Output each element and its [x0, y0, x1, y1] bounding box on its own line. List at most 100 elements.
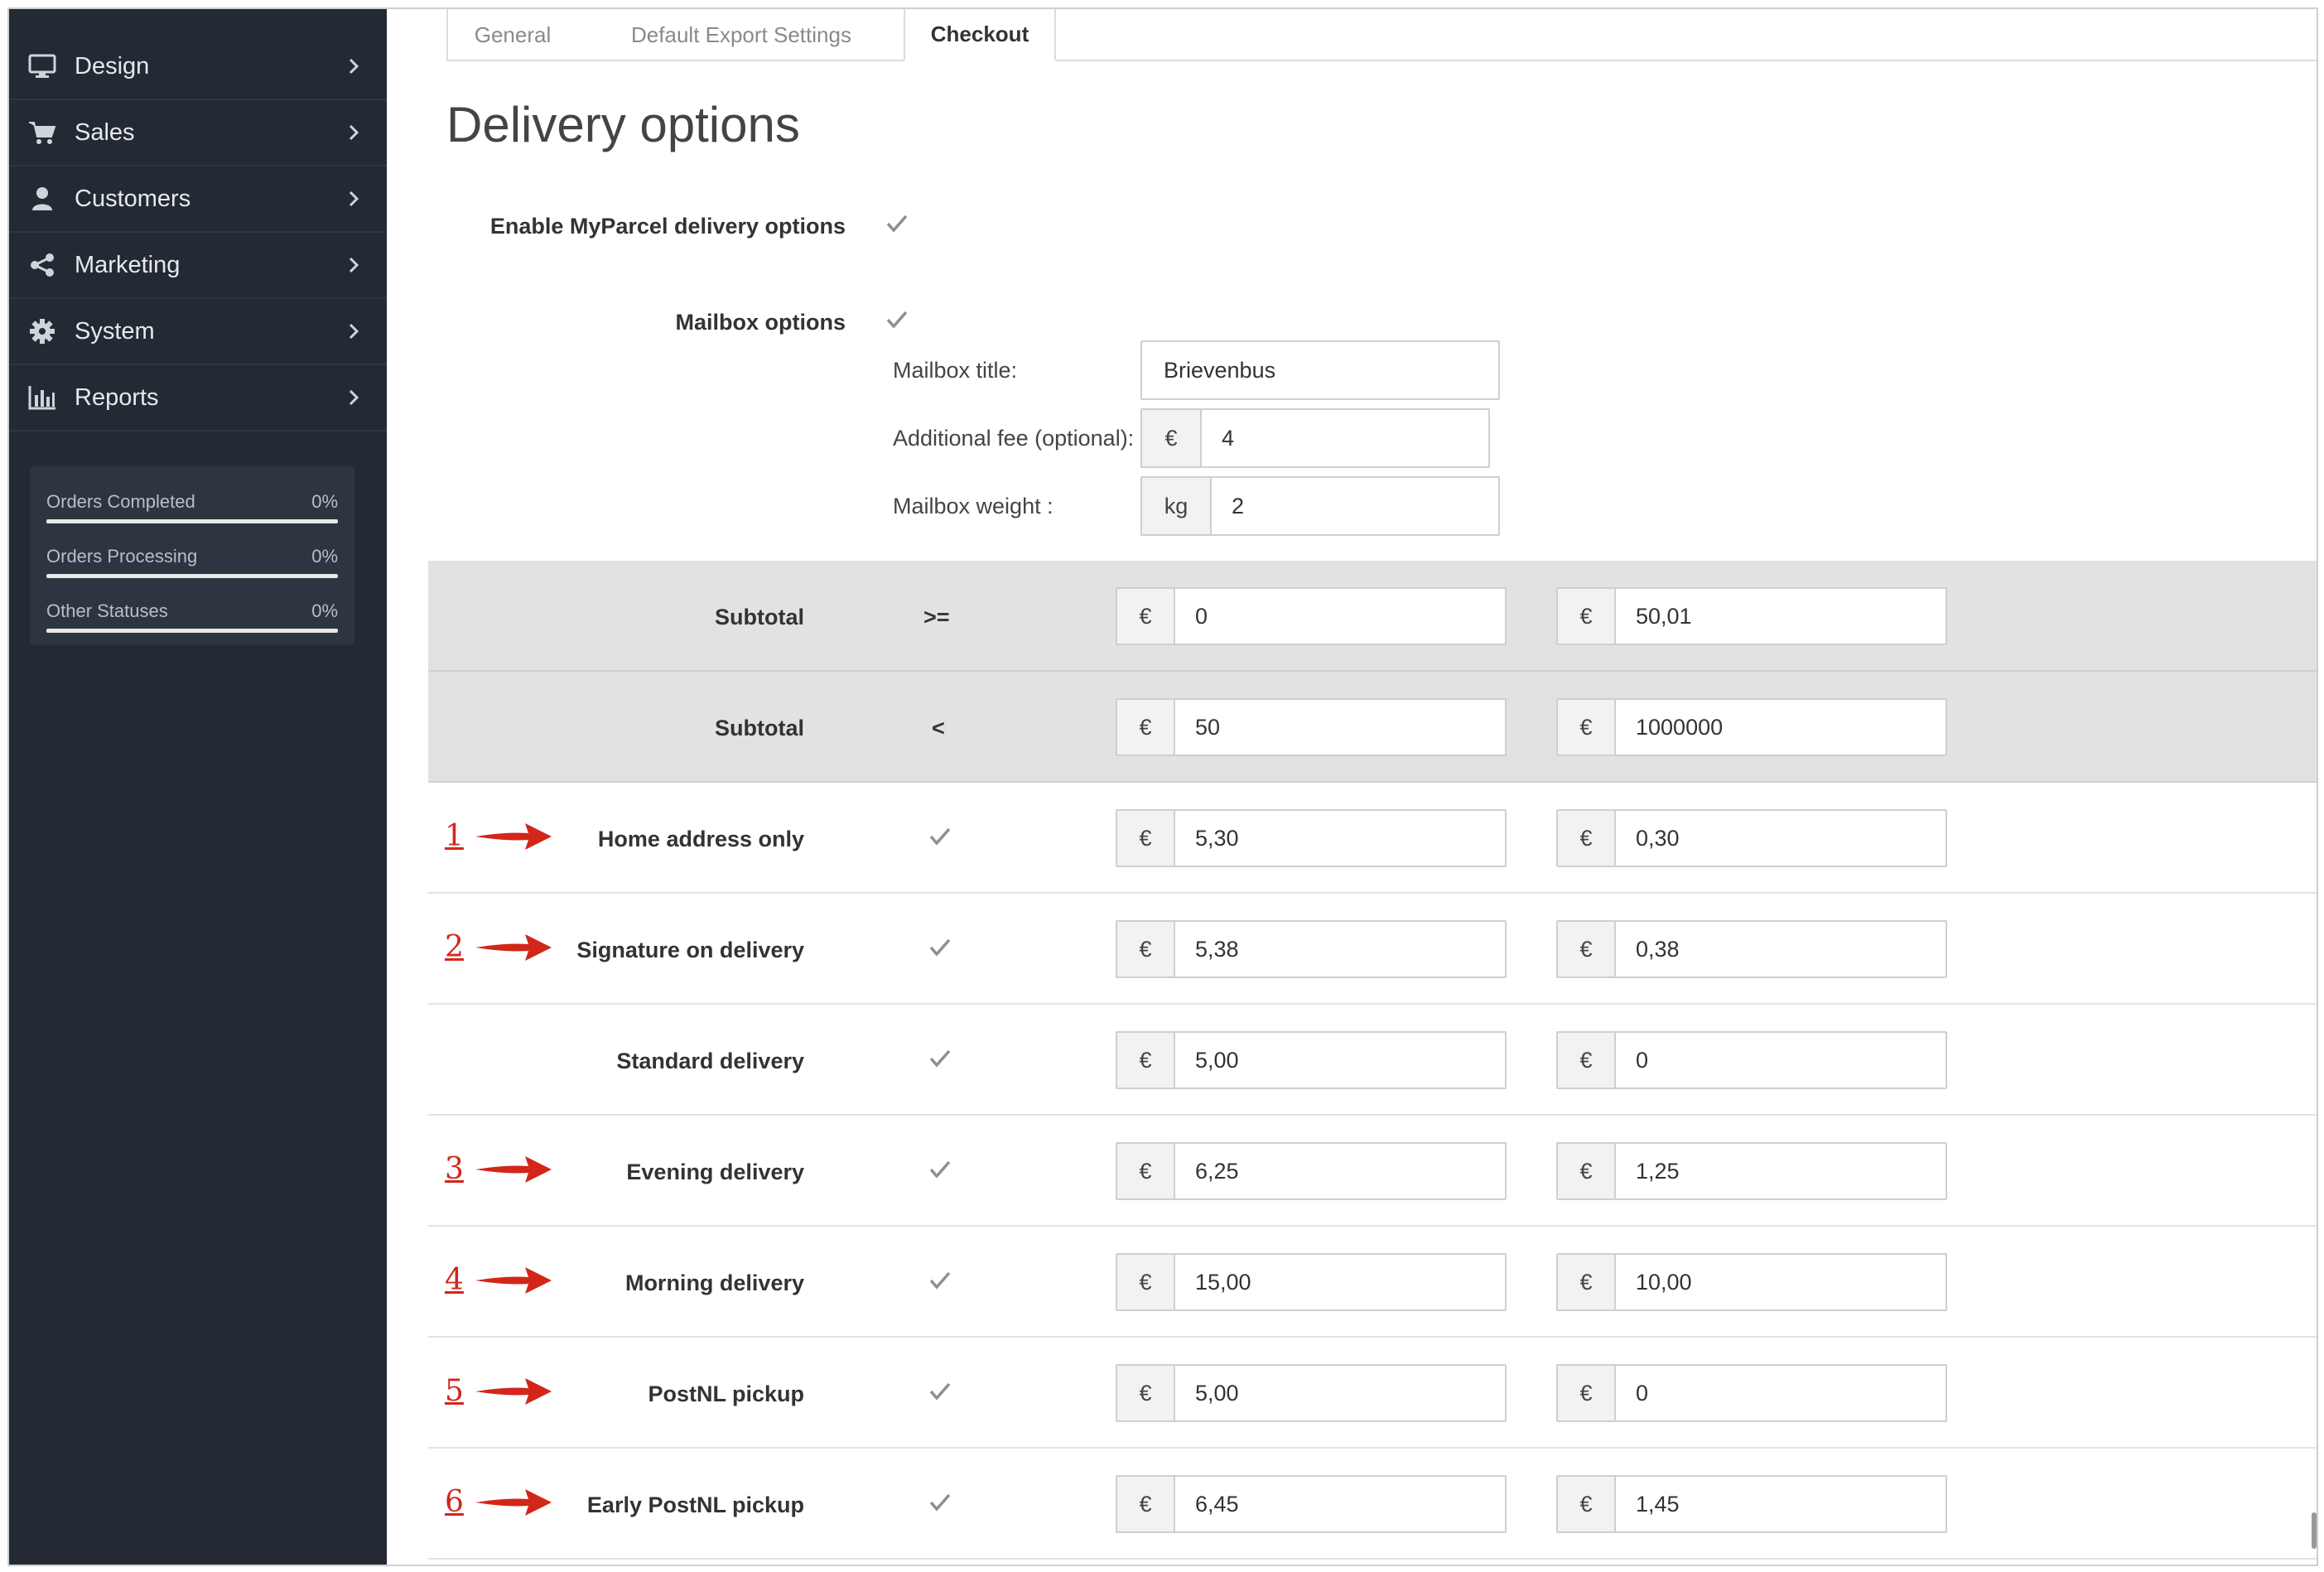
sidebar-item-design[interactable]: Design	[9, 34, 387, 100]
sidebar-item-marketing[interactable]: Marketing	[9, 233, 387, 299]
annotation-marker: 6	[445, 1485, 553, 1519]
price-input[interactable]: 1000000	[1616, 700, 1946, 755]
stat-label: Orders Completed	[46, 491, 195, 512]
mailbox-weight-field[interactable]: kg 2	[1140, 476, 1500, 536]
option-price-col1[interactable]: €5,00	[1116, 1031, 1507, 1089]
option-enabled-checkbox[interactable]	[928, 935, 952, 960]
euro-addon: €	[1117, 1366, 1175, 1420]
scrollbar[interactable]	[2312, 1512, 2317, 1549]
arrow-right-icon	[474, 1153, 553, 1186]
arrow-right-icon	[474, 1486, 553, 1519]
price-input[interactable]: 0	[1616, 1366, 1946, 1420]
mailbox-title-input[interactable]: Brievenbus	[1140, 340, 1500, 400]
option-price-col2[interactable]: €0,30	[1556, 809, 1947, 867]
sidebar-item-system[interactable]: System	[9, 299, 387, 365]
tab-general[interactable]: General	[446, 9, 579, 61]
euro-addon: €	[1558, 1255, 1616, 1309]
euro-addon: €	[1117, 1477, 1175, 1531]
price-input[interactable]: 0,38	[1616, 922, 1946, 976]
option-enabled-checkbox[interactable]	[928, 1046, 952, 1071]
arrow-right-icon	[474, 1264, 553, 1297]
option-price-col2[interactable]: €0	[1556, 1031, 1947, 1089]
mailbox-options-checkbox[interactable]	[885, 307, 909, 332]
price-input[interactable]: 1,25	[1616, 1144, 1946, 1198]
tab-bar: General Default Export Settings Checkout	[446, 9, 2317, 61]
option-price-col2[interactable]: €10,00	[1556, 1253, 1947, 1311]
price-input[interactable]: 50,01	[1616, 589, 1946, 644]
app-window: Design Sales Customers Marketing System …	[7, 7, 2318, 1566]
subtotal-min-col2[interactable]: € 50,01	[1556, 587, 1947, 645]
option-price-col2[interactable]: €0	[1556, 1364, 1947, 1422]
option-price-col1[interactable]: €5,00	[1116, 1364, 1507, 1422]
subtotal-operator: >=	[923, 605, 950, 629]
price-input[interactable]: 5,30	[1175, 811, 1505, 866]
sidebar: Design Sales Customers Marketing System …	[9, 9, 387, 1565]
option-price-col2[interactable]: €0,38	[1556, 920, 1947, 978]
subtotal-max-col1[interactable]: € 50	[1116, 698, 1507, 756]
arrow-right-icon	[474, 931, 553, 964]
marker-number: 2	[445, 930, 464, 964]
mailbox-weight-input[interactable]: 2	[1212, 478, 1498, 534]
euro-addon: €	[1558, 811, 1616, 866]
sidebar-item-reports[interactable]: Reports	[9, 365, 387, 432]
sidebar-item-customers[interactable]: Customers	[9, 166, 387, 233]
subtotal-max-col2[interactable]: € 1000000	[1556, 698, 1947, 756]
mailbox-options-label: Mailbox options	[675, 310, 846, 335]
subtotal-min-col1[interactable]: € 0	[1116, 587, 1507, 645]
sidebar-item-label: Reports	[75, 383, 159, 411]
price-input[interactable]: 50	[1175, 700, 1505, 755]
option-enabled-checkbox[interactable]	[928, 1379, 952, 1404]
price-input[interactable]: 6,45	[1175, 1477, 1505, 1531]
annotation-marker: 5	[445, 1374, 553, 1408]
euro-addon: €	[1558, 922, 1616, 976]
price-input[interactable]: 1,45	[1616, 1477, 1946, 1531]
option-price-col1[interactable]: €6,45	[1116, 1475, 1507, 1533]
price-input[interactable]: 5,38	[1175, 922, 1505, 976]
tab-checkout[interactable]: Checkout	[904, 9, 1056, 61]
option-price-col1[interactable]: €15,00	[1116, 1253, 1507, 1311]
progress-bar	[46, 574, 338, 578]
enable-delivery-options-checkbox[interactable]	[885, 211, 909, 236]
arrow-right-icon	[474, 1375, 553, 1408]
stat-value: 0%	[311, 491, 338, 512]
subtotal-operator: <	[932, 716, 945, 740]
additional-fee-input[interactable]: 4	[1202, 410, 1488, 466]
progress-bar	[46, 519, 338, 523]
enable-delivery-options-label: Enable MyParcel delivery options	[489, 214, 846, 239]
delivery-option-row: 6 Early PostNL pickup €6,45 €1,45	[428, 1449, 2317, 1560]
option-enabled-checkbox[interactable]	[928, 1490, 952, 1515]
delivery-option-row: 3 Evening delivery €6,25 €1,25	[428, 1116, 2317, 1227]
price-input[interactable]: 5,00	[1175, 1366, 1505, 1420]
option-label: Home address only	[597, 827, 804, 851]
euro-addon: €	[1558, 589, 1616, 644]
sidebar-item-label: System	[75, 317, 155, 345]
price-input[interactable]: 0	[1616, 1033, 1946, 1087]
euro-addon: €	[1117, 1144, 1175, 1198]
sidebar-item-sales[interactable]: Sales	[9, 100, 387, 166]
price-input[interactable]: 0	[1175, 589, 1505, 644]
option-price-col1[interactable]: €5,30	[1116, 809, 1507, 867]
option-price-col2[interactable]: €1,25	[1556, 1142, 1947, 1200]
marker-number: 3	[445, 1152, 464, 1186]
delivery-option-row: 1 Home address only €5,30 €0,30	[428, 783, 2317, 894]
annotation-marker: 4	[445, 1263, 553, 1297]
option-price-col1[interactable]: €5,38	[1116, 920, 1507, 978]
price-input[interactable]: 0,30	[1616, 811, 1946, 866]
stat-value: 0%	[311, 600, 338, 621]
price-input[interactable]: 6,25	[1175, 1144, 1505, 1198]
tab-default-export-settings[interactable]: Default Export Settings	[579, 9, 904, 61]
option-enabled-checkbox[interactable]	[928, 824, 952, 849]
bar-chart-icon	[27, 383, 57, 412]
price-input[interactable]: 15,00	[1175, 1255, 1505, 1309]
option-price-col2[interactable]: €1,45	[1556, 1475, 1947, 1533]
euro-addon: €	[1558, 700, 1616, 755]
subtotal-label: Subtotal	[715, 605, 804, 629]
main-content: General Default Export Settings Checkout…	[387, 9, 2317, 1565]
price-input[interactable]: 5,00	[1175, 1033, 1505, 1087]
option-enabled-checkbox[interactable]	[928, 1268, 952, 1293]
chevron-right-icon	[344, 123, 364, 142]
price-input[interactable]: 10,00	[1616, 1255, 1946, 1309]
option-price-col1[interactable]: €6,25	[1116, 1142, 1507, 1200]
option-enabled-checkbox[interactable]	[928, 1157, 952, 1182]
additional-fee-field[interactable]: € 4	[1140, 408, 1490, 468]
